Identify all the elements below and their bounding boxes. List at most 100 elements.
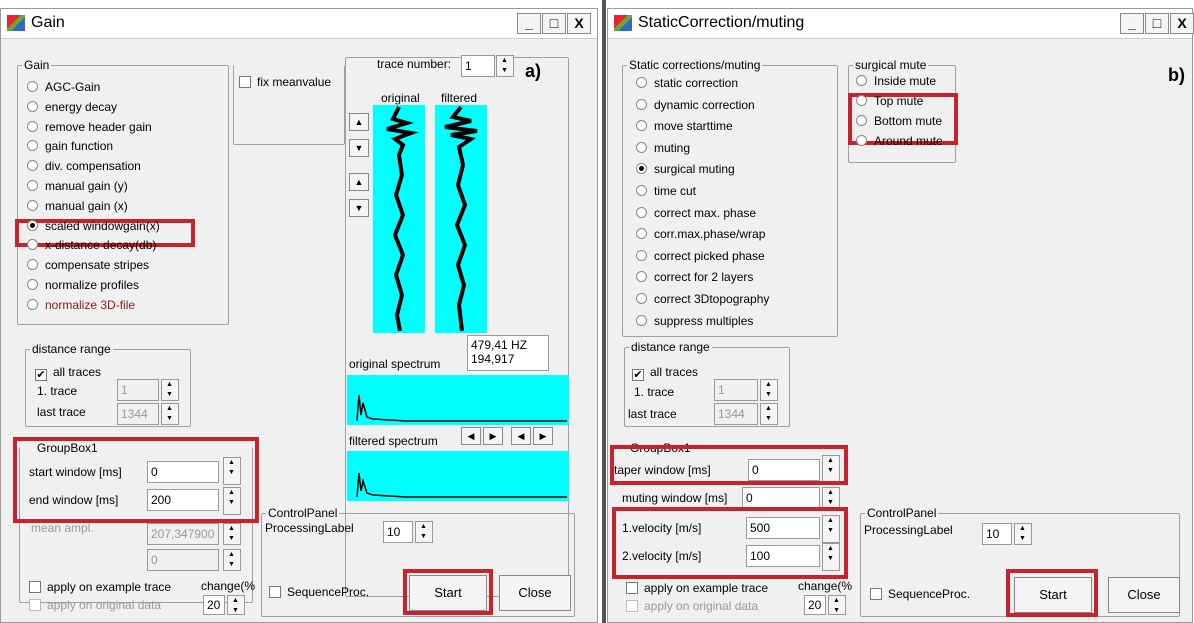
gain-radio-3[interactable]: gain function bbox=[27, 138, 113, 154]
original-label: original bbox=[381, 91, 420, 105]
minimize-button[interactable]: _ bbox=[517, 13, 541, 34]
radio-label: corr.max.phase/wrap bbox=[654, 227, 766, 242]
trace-number-input[interactable]: 1 bbox=[461, 55, 495, 77]
first-trace-input[interactable]: 1 bbox=[117, 379, 159, 401]
apply-original-checkbox[interactable]: apply on original data bbox=[626, 599, 758, 613]
spectrum-left-button[interactable]: ◀ bbox=[461, 427, 481, 445]
maximize-button[interactable]: □ bbox=[1145, 13, 1169, 34]
gain-radio-11[interactable]: normalize 3D-file bbox=[27, 297, 135, 313]
app-icon bbox=[7, 15, 25, 31]
extra-value-spinner[interactable] bbox=[223, 549, 241, 571]
static-radio-7[interactable]: corr.max.phase/wrap bbox=[636, 226, 765, 242]
static-radio-11[interactable]: suppress multiples bbox=[636, 313, 753, 329]
minimize-button[interactable]: _ bbox=[1120, 13, 1144, 34]
gain-radio-4[interactable]: div. compensation bbox=[27, 158, 141, 174]
gain-radio-1[interactable]: energy decay bbox=[27, 99, 117, 115]
radio-circle-icon bbox=[27, 120, 38, 132]
all-traces-checkbox[interactable]: ✔ all traces bbox=[632, 365, 698, 381]
processing-value-input[interactable]: 10 bbox=[982, 523, 1012, 545]
extra-value-input[interactable]: 0 bbox=[147, 549, 219, 571]
last-trace-spinner[interactable] bbox=[760, 403, 778, 425]
first-trace-spinner[interactable] bbox=[161, 379, 179, 401]
amplitude-value: 194,917 bbox=[471, 352, 515, 366]
static-radio-10[interactable]: correct 3Dtopography bbox=[636, 291, 769, 307]
static-radio-9[interactable]: correct for 2 layers bbox=[636, 269, 753, 285]
radio-label: correct picked phase bbox=[654, 248, 765, 263]
radio-label: suppress multiples bbox=[654, 313, 754, 328]
radio-circle-icon bbox=[856, 75, 867, 86]
radio-label: normalize 3D-file bbox=[45, 297, 136, 312]
change-input[interactable]: 20 bbox=[804, 595, 826, 615]
maximize-button[interactable]: □ bbox=[542, 13, 566, 34]
gain-radio-9[interactable]: compensate stripes bbox=[27, 257, 149, 273]
static-radio-8[interactable]: correct picked phase bbox=[636, 248, 765, 264]
processing-value-spinner[interactable] bbox=[415, 521, 433, 543]
arrow-up-button-2[interactable]: ▲ bbox=[349, 173, 369, 191]
mute-radio-2[interactable]: Bottom mute bbox=[856, 113, 942, 129]
close-button[interactable]: Close bbox=[1108, 577, 1180, 613]
last-trace-input[interactable]: 1344 bbox=[117, 403, 159, 425]
static-radio-0[interactable]: static correction bbox=[636, 75, 738, 91]
sequence-proc-checkbox[interactable]: SequenceProc. bbox=[269, 585, 369, 599]
muting-window-input[interactable]: 0 bbox=[742, 487, 820, 509]
static-correction-window: StaticCorrection/muting _ □ X b) Static … bbox=[607, 8, 1194, 623]
static-radio-1[interactable]: dynamic correction bbox=[636, 97, 755, 113]
first-trace-input[interactable]: 1 bbox=[714, 379, 758, 401]
apply-example-checkbox[interactable]: apply on example trace bbox=[626, 581, 768, 595]
sequence-proc-checkbox[interactable]: SequenceProc. bbox=[870, 587, 970, 601]
first-trace-spinner[interactable] bbox=[760, 379, 778, 401]
all-traces-checkbox[interactable]: ✔ all traces bbox=[35, 365, 101, 381]
gain-radio-0[interactable]: AGC-Gain bbox=[27, 79, 100, 95]
arrow-down-button[interactable]: ▼ bbox=[349, 139, 369, 157]
radio-circle-icon bbox=[27, 199, 38, 211]
mute-radio-0[interactable]: Inside mute bbox=[856, 73, 936, 89]
change-spinner[interactable] bbox=[227, 595, 245, 616]
gain-radio-8[interactable]: x-distance decay(db) bbox=[27, 237, 156, 253]
original-trace-plot bbox=[373, 105, 425, 333]
gain-radio-5[interactable]: manual gain (y) bbox=[27, 178, 128, 194]
gain-radio-2[interactable]: remove header gain bbox=[27, 119, 152, 135]
arrow-down-button-2[interactable]: ▼ bbox=[349, 199, 369, 217]
close-window-button[interactable]: X bbox=[567, 13, 591, 34]
static-radio-4[interactable]: surgical muting bbox=[636, 161, 735, 177]
mute-radio-1[interactable]: Top mute bbox=[856, 93, 923, 109]
panel-divider bbox=[602, 0, 606, 623]
group-title: Gain bbox=[22, 58, 52, 72]
spectrum-right-button[interactable]: ▶ bbox=[483, 427, 503, 445]
window-title: Gain bbox=[31, 14, 65, 31]
close-window-button[interactable]: X bbox=[1170, 13, 1194, 34]
apply-example-checkbox[interactable]: apply on example trace bbox=[29, 580, 171, 594]
mute-radio-3[interactable]: Around mute bbox=[856, 133, 943, 149]
processing-value-spinner[interactable] bbox=[1014, 523, 1032, 545]
last-trace-input[interactable]: 1344 bbox=[714, 403, 758, 425]
control-panel-title: ControlPanel bbox=[266, 506, 340, 520]
muting-window-label: muting window [ms] bbox=[622, 491, 728, 505]
mute-group-title: surgical mute bbox=[853, 58, 929, 72]
muting-window-spinner[interactable] bbox=[822, 487, 840, 509]
radio-circle-icon bbox=[636, 141, 647, 153]
close-button[interactable]: Close bbox=[499, 575, 571, 611]
static-radio-6[interactable]: correct max. phase bbox=[636, 205, 756, 221]
arrow-up-button[interactable]: ▲ bbox=[349, 113, 369, 131]
apply-original-checkbox[interactable]: apply on original data bbox=[29, 598, 161, 612]
gain-radio-10[interactable]: normalize profiles bbox=[27, 277, 139, 293]
last-trace-spinner[interactable] bbox=[161, 403, 179, 425]
filtered-spectrum-curve bbox=[356, 472, 567, 498]
spectrum-right-button-2[interactable]: ▶ bbox=[533, 427, 553, 445]
radio-circle-icon bbox=[636, 293, 647, 304]
processing-value-input[interactable]: 10 bbox=[383, 521, 413, 543]
panel-letter: a) bbox=[525, 61, 542, 81]
trace-number-spinner[interactable] bbox=[496, 55, 514, 77]
frequency-value: 479,41 HZ bbox=[471, 338, 528, 352]
change-input[interactable]: 20 bbox=[203, 595, 225, 615]
spectrum-left-button-2[interactable]: ◀ bbox=[511, 427, 531, 445]
gain-radio-7[interactable]: scaled windowgain(x) bbox=[27, 218, 160, 234]
static-radio-3[interactable]: muting bbox=[636, 140, 690, 156]
change-spinner[interactable] bbox=[828, 595, 846, 616]
mean-ampl-spinner[interactable] bbox=[223, 523, 241, 545]
highlight-groupbox bbox=[13, 437, 259, 523]
mean-ampl-input[interactable]: 207,347900 bbox=[147, 523, 219, 545]
static-radio-2[interactable]: move starttime bbox=[636, 118, 733, 134]
gain-radio-6[interactable]: manual gain (x) bbox=[27, 198, 128, 214]
static-radio-5[interactable]: time cut bbox=[636, 183, 696, 199]
